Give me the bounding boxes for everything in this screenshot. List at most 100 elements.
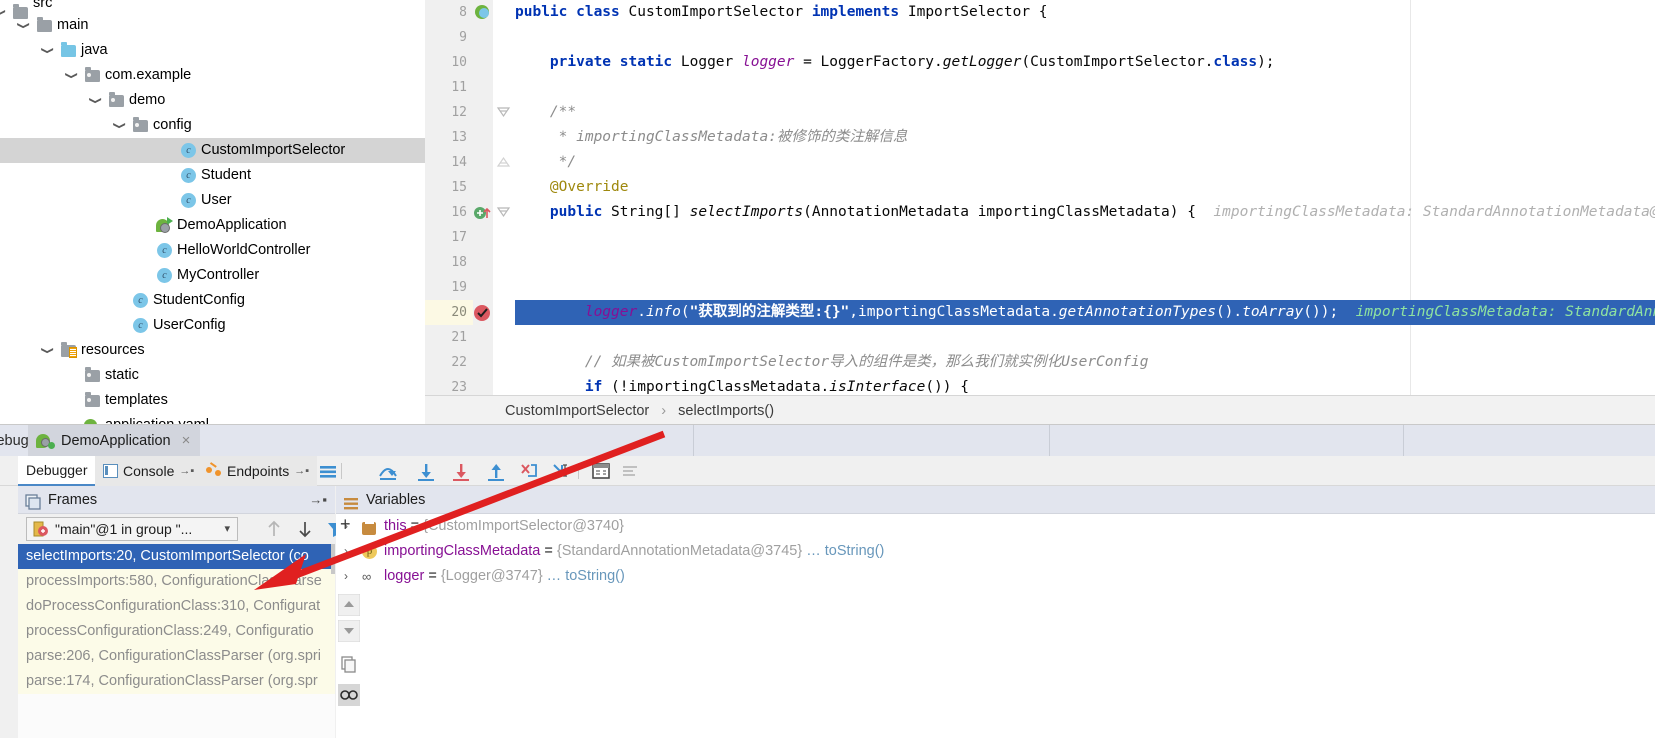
thread-selector[interactable]: "main"@1 in group "... ▾ (26, 517, 238, 541)
frame-list-item[interactable]: parse:206, ConfigurationClassParser (org… (18, 644, 335, 669)
drop-frame-icon[interactable] (516, 456, 542, 486)
tree-item-main[interactable]: main (0, 13, 425, 38)
editor-line[interactable]: 19 (425, 275, 1655, 300)
tree-item-userconfig[interactable]: UserConfig (0, 313, 425, 338)
variable-tostring-link[interactable]: … toString() (802, 543, 884, 559)
add-watch-button[interactable]: + (340, 514, 351, 534)
fold-collapse-icon[interactable] (493, 100, 515, 125)
frame-list-item[interactable]: selectImports:20, CustomImportSelector (… (18, 544, 335, 569)
frame-list-item[interactable]: doProcessConfigurationClass:310, Configu… (18, 594, 335, 619)
chevron-down-icon[interactable] (40, 38, 54, 63)
editor-code-text: * importingClassMetadata:被修饰的类注解信息 (558, 129, 908, 145)
run-to-cursor-icon[interactable] (548, 456, 574, 486)
run-configuration-tab[interactable]: DemoApplication × (28, 425, 201, 457)
tab-endpoints-pin-icon[interactable]: →▪ (294, 456, 309, 486)
breakpoint-icon[interactable] (473, 300, 493, 325)
chevron-down-icon[interactable] (88, 88, 102, 113)
close-tab-icon[interactable]: × (182, 425, 191, 457)
editor-line[interactable]: 11 (425, 75, 1655, 100)
tree-item-student[interactable]: Student (0, 163, 425, 188)
chevron-down-icon[interactable]: ▾ (224, 518, 230, 540)
evaluate-expression-icon[interactable] (588, 456, 614, 486)
editor-line[interactable]: 21 (425, 325, 1655, 350)
code-editor[interactable]: 8 public class CustomImportSelector imple… (425, 0, 1655, 395)
tree-item-demoapplication[interactable]: DemoApplication (0, 213, 425, 238)
breadcrumb-class[interactable]: CustomImportSelector (505, 403, 649, 419)
tab-debugger[interactable]: Debugger (18, 456, 96, 486)
fold-end-icon[interactable] (493, 150, 515, 175)
editor-line[interactable]: 13 * importingClassMetadata:被修饰的类注解信息 (425, 125, 1655, 150)
editor-line[interactable]: 22 // 如果被CustomImportSelector导入的组件是类，那么我… (425, 350, 1655, 375)
frame-list-item[interactable]: parse:174, ConfigurationClassParser (org… (18, 669, 335, 694)
editor-line[interactable]: 9 (425, 25, 1655, 50)
editor-line[interactable]: 16 public String[] selectImports(Annotat… (425, 200, 1655, 225)
variable-equals: = (540, 543, 557, 559)
variable-row[interactable]: › ∞ logger = {Logger@3747} … toString() (336, 564, 1655, 589)
frames-scrollbar[interactable] (331, 544, 335, 574)
frame-list-item[interactable]: processConfigurationClass:249, Configura… (18, 619, 335, 644)
override-method-icon[interactable] (473, 200, 493, 225)
editor-line[interactable]: 17 (425, 225, 1655, 250)
debug-tool-window: Debug: DemoApplication × Debugger (0, 424, 1655, 738)
editor-line[interactable]: 23 if (!importingClassMetadata.isInterfa… (425, 375, 1655, 395)
step-out-icon[interactable] (483, 456, 509, 486)
tree-item-demo[interactable]: demo (0, 88, 425, 113)
tree-item-com-example[interactable]: com.example (0, 63, 425, 88)
infinity-button[interactable] (338, 684, 360, 711)
chevron-down-icon[interactable] (40, 338, 54, 363)
tab-console-pin-icon[interactable]: →▪ (179, 456, 194, 486)
editor-line[interactable]: 14 */ (425, 150, 1655, 175)
tree-item-src[interactable]: src (0, 0, 425, 19)
fold-empty (493, 275, 515, 300)
step-over-icon[interactable] (375, 456, 401, 486)
tree-item-label: com.example (105, 67, 192, 83)
tree-item-application-yaml[interactable]: application.yaml (0, 413, 425, 424)
tab-console[interactable]: Console →▪ (95, 456, 203, 486)
fold-collapse-icon[interactable] (493, 200, 515, 225)
tree-item-mycontroller[interactable]: MyController (0, 263, 425, 288)
frame-down-icon[interactable] (293, 516, 317, 542)
tree-item-java[interactable]: java (0, 38, 425, 63)
variables-list[interactable]: › this = {CustomImportSelector@3740} › p imp… (336, 514, 1655, 589)
editor-line[interactable]: 18 (425, 250, 1655, 275)
package-icon (84, 363, 101, 388)
remove-watch-button[interactable]: − (340, 546, 351, 566)
editor-line[interactable]: 12 /** (425, 100, 1655, 125)
variable-row[interactable]: › p importingClassMetadata = {StandardAnno… (336, 539, 1655, 564)
force-step-into-icon[interactable] (448, 456, 474, 486)
tree-item-static[interactable]: static (0, 363, 425, 388)
frames-list[interactable]: selectImports:20, CustomImportSelector (… (18, 544, 335, 694)
tree-item-studentconfig[interactable]: StudentConfig (0, 288, 425, 313)
editor-line[interactable]: 10 private static Logger logger = Logger… (425, 50, 1655, 75)
project-tree[interactable]: srcmain java com.example demo config CustomIm… (0, 0, 425, 424)
frame-list-item[interactable]: processImports:580, ConfigurationClassPa… (18, 569, 335, 594)
variable-tostring-link[interactable]: … toString() (543, 568, 625, 584)
editor-code-text: // 如果被CustomImportSelector导入的组件是类，那么我们就实… (584, 354, 1149, 370)
tree-item-config[interactable]: config (0, 113, 425, 138)
copy-stack-button[interactable] (338, 654, 360, 681)
tree-item-helloworldcontroller[interactable]: HelloWorldController (0, 238, 425, 263)
breadcrumb[interactable]: CustomImportSelector › selectImports() (425, 395, 1655, 425)
step-into-icon[interactable] (413, 456, 439, 486)
tree-item-resources[interactable]: resources (0, 338, 425, 363)
tab-endpoints[interactable]: Endpoints →▪ (198, 456, 318, 486)
scroll-up-button[interactable] (337, 593, 361, 621)
tree-item-templates[interactable]: templates (0, 388, 425, 413)
class-gutter-icon[interactable] (473, 0, 493, 25)
settings-icon[interactable] (618, 456, 644, 486)
chevron-down-icon[interactable] (64, 63, 78, 88)
editor-line-current[interactable]: 20 logger.info("获取到的注解类型:{}",importingCl… (425, 300, 1655, 325)
editor-line[interactable]: 15 @Override (425, 175, 1655, 200)
chevron-down-icon[interactable] (16, 13, 30, 38)
thread-icon (32, 521, 50, 538)
editor-line[interactable]: 8 public class CustomImportSelector imple… (425, 0, 1655, 25)
scroll-down-button[interactable] (337, 619, 361, 647)
tree-item-user[interactable]: User (0, 188, 425, 213)
variable-row[interactable]: › this = {CustomImportSelector@3740} (336, 514, 1655, 539)
frames-hide-icon[interactable]: →▪ (309, 486, 327, 514)
chevron-down-icon[interactable] (112, 113, 126, 138)
mute-breakpoints-icon[interactable] (315, 456, 341, 486)
breadcrumb-method[interactable]: selectImports() (678, 403, 774, 419)
tree-item-customimportselector[interactable]: CustomImportSelector (0, 138, 425, 163)
frame-up-icon[interactable] (262, 516, 286, 542)
